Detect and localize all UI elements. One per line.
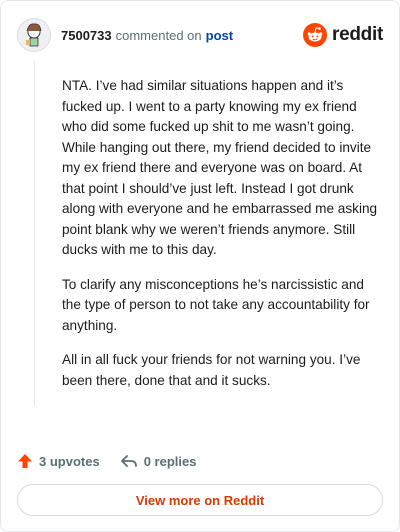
post-link[interactable]: post [206,28,233,43]
upvote-button[interactable]: 3 upvotes [17,453,100,469]
reply-button[interactable]: 0 replies [120,453,197,469]
comment-actions: 3 upvotes 0 replies [17,449,196,473]
comment-body: NTA. I’ve had similar situations happen … [62,76,378,405]
comment-paragraph-3: All in all fuck your friends for not war… [62,352,361,388]
thread-line [34,61,35,406]
reddit-brand[interactable]: reddit [303,23,383,47]
reddit-logo-icon [303,23,328,47]
user-avatar[interactable] [17,18,51,52]
comment-header: 7500733 commented on post reddit [17,15,383,55]
reply-arrow-icon [120,455,137,467]
comment-paragraph-1: NTA. I’ve had similar situations happen … [62,78,378,257]
view-more-on-reddit-button[interactable]: View more on Reddit [17,484,383,516]
reply-count: 0 replies [143,453,197,469]
comment-meta: 7500733 commented on post [61,28,233,43]
upvote-count: 3 upvotes [39,453,100,469]
reddit-wordmark: reddit [332,24,383,45]
avatar-character-icon [26,23,42,47]
comment-embed-card: 7500733 commented on post reddit NTA. I’… [0,0,400,532]
comment-paragraph-2: To clarify any misconceptions he’s narci… [62,276,370,333]
upvote-arrow-icon [18,454,32,468]
username-link[interactable]: 7500733 [61,28,112,43]
commented-on-text: commented on [115,27,202,43]
